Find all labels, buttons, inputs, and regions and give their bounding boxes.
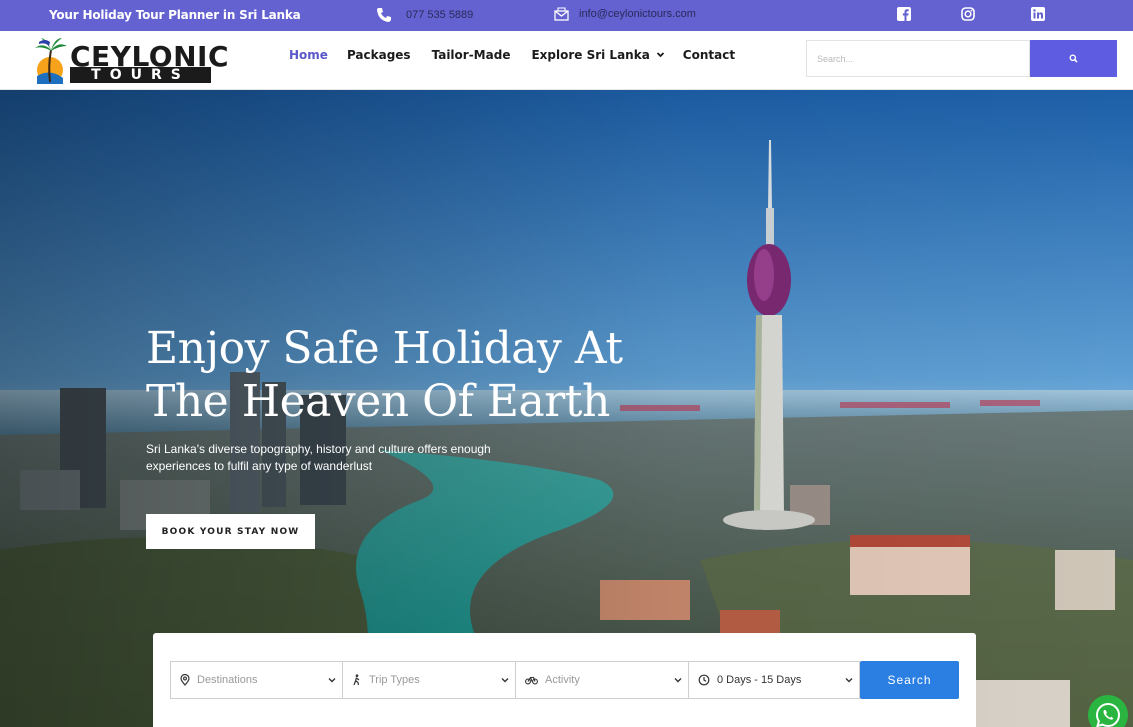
email-address[interactable]: info@ceylonictours.com [579,8,696,20]
chevron-down-icon [674,678,682,683]
activity-label: Activity [545,674,580,686]
facebook-icon[interactable] [897,7,911,21]
hero-title-line-2: The Heaven Of Earth [146,376,610,427]
tagline: Your Holiday Tour Planner in Sri Lanka [49,8,301,22]
top-bar: Your Holiday Tour Planner in Sri Lanka 0… [0,0,1133,31]
trip-search-button[interactable]: Search [860,661,959,699]
palm-logo-icon [35,38,67,84]
duration-select[interactable]: 0 Days - 15 Days [688,661,860,699]
map-pin-icon [180,674,190,686]
activity-select[interactable]: Activity [515,661,689,699]
whatsapp-chat-button[interactable] [1088,695,1128,727]
phone-contact[interactable]: 077 535 5889 [376,7,473,23]
nav-item-contact[interactable]: Contact [683,48,735,62]
nav-item-tailor-made[interactable]: Tailor-Made [432,48,511,62]
search-button[interactable] [1030,40,1117,77]
nav-item-explore-sri-lanka[interactable]: Explore Sri Lanka [531,48,649,62]
hero-title: Enjoy Safe Holiday At The Heaven Of Eart… [146,322,666,428]
instagram-icon[interactable] [961,7,975,21]
chevron-down-icon [845,678,853,683]
hiker-icon [353,674,360,686]
duration-label: 0 Days - 15 Days [717,674,802,686]
chevron-down-icon[interactable] [656,48,665,62]
site-logo[interactable]: CEYLONIC TOURS [33,36,229,86]
search-icon [1069,54,1078,63]
chevron-down-icon [501,678,509,683]
whatsapp-icon [1095,702,1120,727]
nav-item-packages[interactable]: Packages [347,48,411,62]
phone-icon [377,8,391,22]
book-stay-button[interactable]: BOOK YOUR STAY NOW [146,514,315,549]
hero-subtitle-line-2: experiences to fulfil any type of wander… [146,459,373,473]
destinations-select[interactable]: Destinations [170,661,343,699]
nav-item-home[interactable]: Home [289,48,328,62]
logo-text-tours: TOURS [70,67,211,83]
bicycle-icon [525,676,538,685]
search-input[interactable]: Search... [806,40,1030,77]
trip-types-select[interactable]: Trip Types [342,661,516,699]
clock-icon [698,674,710,686]
mail-icon [554,7,569,21]
trip-types-label: Trip Types [369,674,420,686]
chevron-down-icon [328,678,336,683]
email-contact[interactable]: info@ceylonictours.com [554,7,696,21]
phone-number[interactable]: 077 535 5889 [406,9,473,21]
hero-title-line-1: Enjoy Safe Holiday At [146,323,623,374]
hero-section: Enjoy Safe Holiday At The Heaven Of Eart… [0,90,1133,727]
linkedin-icon[interactable] [1031,7,1045,21]
hero-subtitle: Sri Lanka's diverse topography, history … [146,441,526,475]
destinations-label: Destinations [197,674,258,686]
main-nav: Home Packages Tailor-Made Explore Sri La… [289,48,735,62]
hero-subtitle-line-1: Sri Lanka's diverse topography, history … [146,442,491,456]
trip-search-panel: Destinations Trip Types Activity 0 Days … [153,633,976,727]
main-header: CEYLONIC TOURS Home Packages Tailor-Made… [0,31,1133,90]
